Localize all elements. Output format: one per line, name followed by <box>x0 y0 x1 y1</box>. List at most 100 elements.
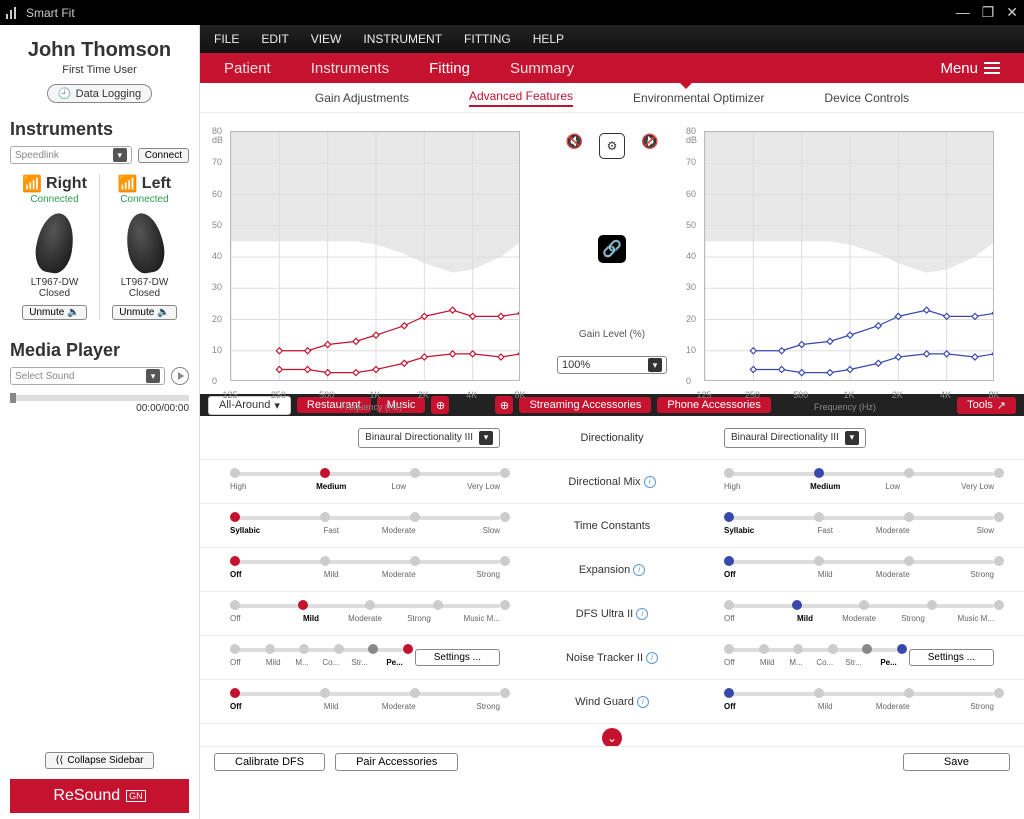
clock-icon: 🕘 <box>58 87 72 100</box>
subnav-advanced[interactable]: Advanced Features <box>469 89 573 107</box>
menu-view[interactable]: VIEW <box>311 32 342 46</box>
sliders-icon[interactable]: ⚙ <box>599 133 625 159</box>
subnav-env[interactable]: Environmental Optimizer <box>633 91 764 105</box>
chevron-down-icon: ▾ <box>479 431 493 445</box>
info-icon[interactable]: i <box>646 652 658 664</box>
feature-label-dfs: DFS Ultra IIi <box>500 608 724 620</box>
save-button[interactable]: Save <box>903 753 1010 771</box>
nav-fitting[interactable]: Fitting <box>429 60 470 77</box>
right-unmute-label: Unmute <box>29 307 64 318</box>
dir-select-value: Binaural Directionality III <box>365 432 473 443</box>
time-slider-left[interactable] <box>724 516 994 520</box>
chevron-down-icon: ▾ <box>845 431 859 445</box>
noise-slider-right[interactable] <box>230 648 403 652</box>
nav-patient[interactable]: Patient <box>224 60 271 77</box>
features-panel: Binaural Directionality III ▾ Directional… <box>200 416 1024 746</box>
info-icon[interactable]: i <box>636 608 648 620</box>
feature-label-time: Time Constants <box>500 520 724 532</box>
media-heading: Media Player <box>10 340 189 361</box>
menu-instrument[interactable]: INSTRUMENT <box>363 32 442 46</box>
right-unmute-button[interactable]: Unmute🔈 <box>22 305 86 320</box>
time-slider-right[interactable] <box>230 516 500 520</box>
feature-label-noise: Noise Tracker IIi <box>500 652 724 664</box>
noise-settings-button-left[interactable]: Settings ... <box>909 649 994 666</box>
connect-button[interactable]: Connect <box>138 148 189 163</box>
chevron-down-icon: ▾ <box>648 358 662 372</box>
pair-accessories-button[interactable]: Pair Accessories <box>335 753 458 771</box>
feature-label-wind: Wind Guardi <box>500 696 724 708</box>
streaming-tab[interactable]: Streaming Accessories <box>519 397 651 413</box>
tools-button[interactable]: Tools↗ <box>957 397 1016 414</box>
subnav: Gain Adjustments Advanced Features Envir… <box>200 83 1024 113</box>
expand-features-button[interactable]: ⌄ <box>602 728 622 746</box>
patient-name: John Thomson <box>10 39 189 62</box>
sound-select-value: Select Sound <box>15 371 75 382</box>
collapse-sidebar-button[interactable]: ⟨⟨Collapse Sidebar <box>45 752 155 769</box>
mute-left-icon[interactable]: 🔇 <box>566 133 583 159</box>
left-status: Connected <box>104 194 185 205</box>
right-status: Connected <box>14 194 95 205</box>
directionality-select-left[interactable]: Binaural Directionality III▾ <box>724 428 866 448</box>
left-ear-panel: 📶Left Connected LT967-DW Closed Unmute🔈 <box>99 174 189 320</box>
play-button[interactable] <box>171 367 189 385</box>
info-icon[interactable]: i <box>637 696 649 708</box>
left-label: Left <box>142 175 171 193</box>
exp-slider-right[interactable] <box>230 560 500 564</box>
brand-gn: GN <box>126 790 146 802</box>
info-icon[interactable]: i <box>633 564 645 576</box>
y-axis-label: dB <box>212 135 223 145</box>
window-close-button[interactable]: ✕ <box>1006 4 1018 21</box>
add-program-button[interactable]: ⊕ <box>431 396 449 414</box>
chevron-left-icon: ⟨⟨ <box>56 755 64 766</box>
nav-instruments[interactable]: Instruments <box>311 60 389 77</box>
exp-slider-left[interactable] <box>724 560 994 564</box>
data-logging-label: Data Logging <box>76 88 141 100</box>
info-icon[interactable]: i <box>644 476 656 488</box>
subnav-device[interactable]: Device Controls <box>824 91 909 105</box>
window-minimize-button[interactable]: — <box>956 4 970 21</box>
wind-slider-left[interactable] <box>724 692 994 696</box>
wifi-icon: 📶 <box>22 174 42 194</box>
menu-file[interactable]: FILE <box>214 32 239 46</box>
left-model: LT967-DW <box>104 277 185 288</box>
add-streaming-button[interactable]: ⊕ <box>495 396 513 414</box>
nav-summary[interactable]: Summary <box>510 60 574 77</box>
menu-edit[interactable]: EDIT <box>261 32 288 46</box>
brand-logo: ReSound GN <box>10 779 189 813</box>
feature-label-directionality: Directionality <box>500 432 724 444</box>
mute-right-icon[interactable]: 🔇 <box>641 133 658 159</box>
mix-slider-right[interactable] <box>230 472 500 476</box>
dfs-slider-left[interactable] <box>724 604 994 608</box>
noise-settings-button-right[interactable]: Settings ... <box>415 649 500 666</box>
wifi-icon: 📶 <box>118 174 138 194</box>
chevron-down-icon: ▾ <box>113 148 127 162</box>
link-type-select[interactable]: Speedlink ▾ <box>10 146 132 164</box>
data-logging-button[interactable]: 🕘 Data Logging <box>47 84 152 103</box>
subnav-gain[interactable]: Gain Adjustments <box>315 91 409 105</box>
app-logo-icon <box>6 6 20 20</box>
left-unmute-button[interactable]: Unmute🔈 <box>112 305 176 320</box>
left-device-image <box>122 210 168 275</box>
footer-buttons: Calibrate DFS Pair Accessories Save <box>200 746 1024 777</box>
sound-select[interactable]: Select Sound ▾ <box>10 367 165 385</box>
menu-fitting[interactable]: FITTING <box>464 32 511 46</box>
wind-slider-right[interactable] <box>230 692 500 696</box>
brand-text: ReSound <box>53 787 120 805</box>
tools-label: Tools <box>967 399 993 411</box>
chevron-down-icon: ▾ <box>146 369 160 383</box>
x-axis-label: Frequency (Hz) <box>814 402 876 412</box>
media-progress[interactable] <box>10 395 189 401</box>
program-label: All-Around <box>219 399 270 411</box>
noise-slider-left[interactable] <box>724 648 897 652</box>
navbar-menu-button[interactable]: Menu <box>940 60 1000 77</box>
link-ears-button[interactable]: 🔗 <box>598 235 626 263</box>
gain-level-select[interactable]: 100% ▾ <box>557 356 667 374</box>
mix-slider-left[interactable] <box>724 472 994 476</box>
menu-help[interactable]: HELP <box>533 32 564 46</box>
directionality-select-right[interactable]: Binaural Directionality III ▾ <box>358 428 500 448</box>
speaker-icon: 🔈 <box>67 307 79 318</box>
calibrate-dfs-button[interactable]: Calibrate DFS <box>214 753 325 771</box>
window-maximize-button[interactable]: ❐ <box>982 4 995 21</box>
navbar-menu-label: Menu <box>940 60 978 77</box>
dfs-slider-right[interactable] <box>230 604 500 608</box>
